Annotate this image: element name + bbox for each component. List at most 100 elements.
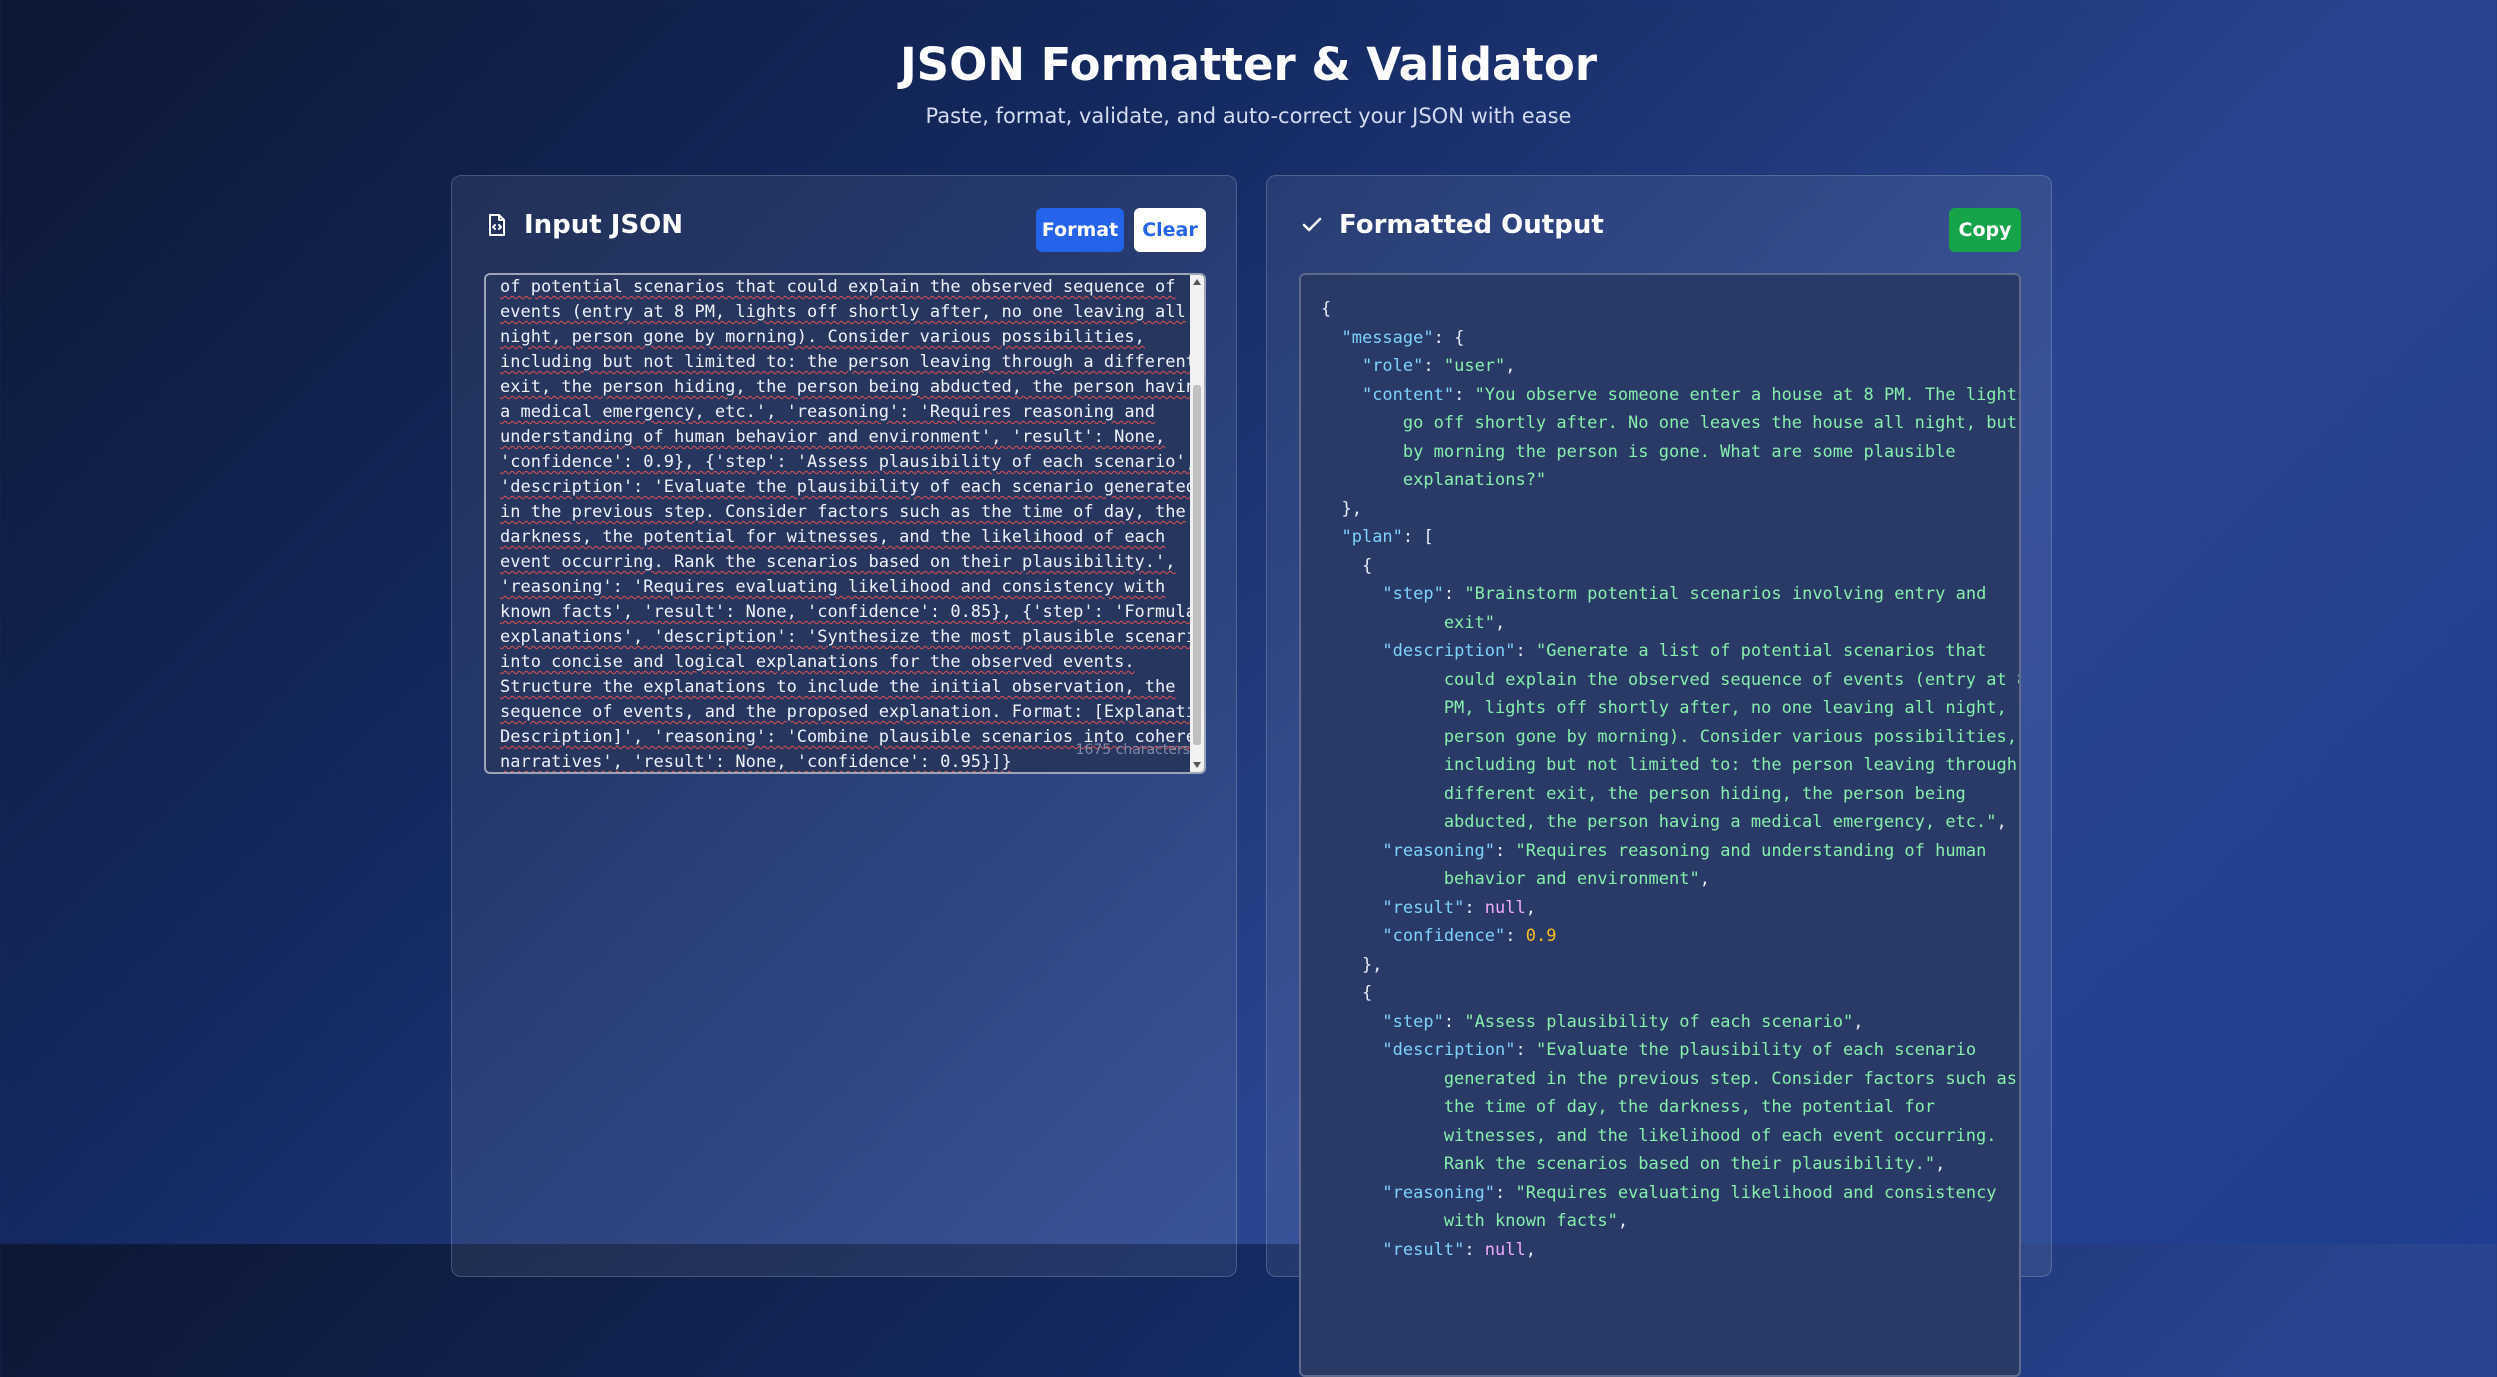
output-panel: Formatted Output Copy { "message": { "ro…: [1266, 175, 2052, 1377]
json-token: PM, lights off shortly after, no one lea…: [1321, 698, 2007, 718]
output-line: "description": "Generate a list of poten…: [1321, 641, 1986, 661]
json-token: ,: [1935, 1154, 1946, 1174]
json-token: "result": [1382, 897, 1465, 918]
output-line: {: [1321, 556, 1372, 576]
check-icon: [1299, 212, 1325, 238]
output-panel-title: Formatted Output: [1339, 210, 1604, 240]
output-line: "role": "user",: [1321, 356, 1516, 376]
input-panel-title: Input JSON: [524, 210, 684, 240]
json-token: "Requires evaluating likelihood and cons…: [1515, 1182, 1997, 1203]
json-token: :: [1454, 384, 1475, 405]
json-token: Rank the scenarios based on their plausi…: [1321, 1154, 1936, 1174]
json-token: person gone by morning). Consider variou…: [1321, 726, 2017, 747]
json-token: "result": [1382, 1239, 1465, 1260]
json-token: ,: [1996, 812, 2007, 832]
output-line: PM, lights off shortly after, no one lea…: [1321, 698, 2007, 718]
output-line: behavior and environment",: [1321, 869, 1710, 889]
json-input-textarea[interactable]: of potential scenarios that could explai…: [484, 273, 1206, 774]
output-line: },: [1321, 498, 1362, 519]
file-code-icon: [484, 212, 510, 238]
json-token: 0.9: [1525, 926, 1557, 946]
json-token: including but not limited to: the person…: [1321, 755, 2021, 775]
json-token: "plan": [1341, 527, 1403, 547]
json-token: "reasoning": [1382, 1182, 1496, 1203]
clear-button[interactable]: Clear: [1134, 208, 1206, 252]
json-token: :: [1443, 1011, 1465, 1032]
json-token: ,: [1699, 869, 1710, 889]
output-line: {: [1321, 299, 1331, 319]
json-token: "description": [1382, 641, 1516, 661]
json-token: "message": [1341, 327, 1434, 348]
json-token: ,: [1853, 1011, 1864, 1032]
json-token: "Evaluate the plausibility of each scena…: [1535, 1040, 1977, 1060]
json-token: null: [1484, 897, 1526, 918]
json-token: "user": [1443, 356, 1506, 376]
output-line: "content": "You observe someone enter a …: [1321, 384, 2019, 405]
scroll-up-arrow-icon[interactable]: [1193, 279, 1201, 285]
input-panel: Input JSON Format Clear of potential sce…: [451, 175, 1237, 1277]
output-line: including but not limited to: the person…: [1321, 755, 2021, 775]
json-token: : [: [1402, 527, 1434, 547]
json-token: ,: [1505, 356, 1516, 376]
json-token: explanations?": [1321, 470, 1547, 490]
json-token: : {: [1433, 327, 1465, 348]
output-line: Rank the scenarios based on their plausi…: [1321, 1154, 1946, 1174]
json-token: "Brainstorm potential scenarios involvin…: [1464, 584, 1987, 604]
output-line: {: [1321, 983, 1372, 1003]
json-input-text[interactable]: of potential scenarios that could explai…: [500, 275, 1190, 772]
output-line: explanations?": [1321, 470, 1546, 490]
input-scrollbar[interactable]: [1190, 275, 1204, 772]
json-token: ,: [1525, 897, 1536, 918]
json-token: {: [1321, 555, 1373, 576]
json-token: "role": [1361, 356, 1424, 376]
scroll-down-arrow-icon[interactable]: [1193, 762, 1201, 768]
json-token: :: [1505, 926, 1526, 946]
output-line: the time of day, the darkness, the poten…: [1321, 1097, 1935, 1117]
json-token: :: [1464, 1239, 1485, 1260]
output-line: "reasoning": "Requires reasoning and und…: [1321, 841, 1986, 861]
json-token: :: [1495, 840, 1516, 861]
output-line: different exit, the person hiding, the p…: [1321, 784, 1966, 804]
json-token: "step": [1382, 584, 1444, 604]
page-subtitle: Paste, format, validate, and auto-correc…: [925, 104, 1572, 128]
output-line: "message": {: [1321, 328, 1464, 348]
output-panel-header: Formatted Output: [1299, 210, 1604, 240]
output-line: "result": null,: [1321, 898, 1536, 918]
json-token: {: [1321, 983, 1373, 1003]
json-token: could explain the observed sequence of e…: [1321, 669, 2021, 690]
output-line: go off shortly after. No one leaves the …: [1321, 413, 2017, 433]
input-panel-header: Input JSON: [484, 210, 683, 240]
json-token: :: [1515, 1040, 1536, 1060]
json-token: behavior and environment": [1321, 869, 1700, 889]
json-token: :: [1443, 584, 1465, 604]
json-token: },: [1321, 498, 1362, 519]
copy-button[interactable]: Copy: [1949, 208, 2021, 252]
json-token: :: [1423, 356, 1444, 376]
output-line: "result": null,: [1321, 1240, 1536, 1260]
scroll-thumb[interactable]: [1193, 385, 1201, 745]
output-line: "step": "Brainstorm potential scenarios …: [1321, 584, 1986, 604]
json-token: "description": [1382, 1040, 1516, 1060]
output-line: could explain the observed sequence of e…: [1321, 669, 2021, 690]
json-token: :: [1464, 897, 1485, 918]
json-token: :: [1495, 1182, 1516, 1203]
json-token: "confidence": [1382, 926, 1506, 946]
output-line: "confidence": 0.9: [1321, 926, 1556, 946]
output-line: abducted, the person having a medical em…: [1321, 812, 2007, 832]
json-token: the time of day, the darkness, the poten…: [1321, 1097, 1936, 1117]
json-token: ,: [1617, 1211, 1629, 1231]
json-token: null: [1484, 1239, 1526, 1260]
page-title: JSON Formatter & Validator: [899, 38, 1598, 91]
format-button[interactable]: Format: [1036, 208, 1124, 252]
json-token: "content": [1361, 384, 1455, 405]
json-token: go off shortly after. No one leaves the …: [1321, 413, 2017, 433]
